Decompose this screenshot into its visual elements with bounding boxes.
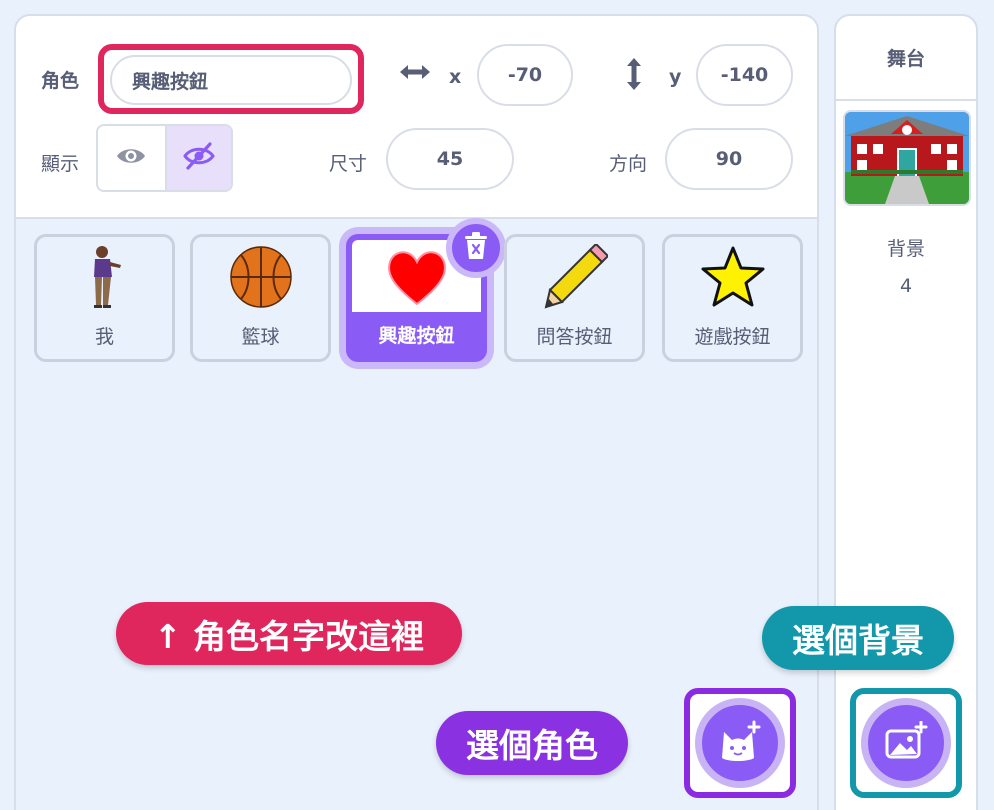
sprite-name-highlight: 興趣按鈕 — [98, 44, 364, 114]
add-sprite-button[interactable] — [695, 698, 785, 788]
sprite-tile[interactable]: 我 — [34, 234, 175, 362]
direction-input[interactable]: 90 — [665, 128, 793, 190]
horizontal-arrows-icon — [398, 61, 432, 87]
sprite-name-hint-callout: ↑ 角色名字改這裡 — [116, 602, 462, 665]
eye-slash-icon — [182, 142, 215, 174]
y-input[interactable]: -140 — [696, 44, 793, 106]
backdrop-label: 背景 — [886, 238, 925, 260]
sprite-tile-label: 籃球 — [241, 326, 280, 348]
cat-plus-icon — [718, 720, 762, 766]
sprite-tile-label: 興趣按鈕 — [378, 325, 455, 347]
show-sprite-button[interactable] — [98, 126, 165, 190]
x-input[interactable]: -70 — [477, 44, 573, 106]
size-input[interactable]: 45 — [386, 128, 514, 190]
sprite-tile[interactable]: 問答按鈕 — [504, 234, 645, 362]
sprite-tile-label: 遊戲按鈕 — [694, 326, 771, 348]
sprite-tile-label: 問答按鈕 — [536, 326, 613, 348]
person-sprite-icon — [37, 237, 172, 317]
choose-sprite-callout: 選個角色 — [436, 711, 628, 775]
direction-label: 方向 — [609, 153, 648, 175]
y-label: y — [669, 66, 682, 88]
eye-icon — [115, 145, 147, 171]
sprite-name-label: 角色 — [41, 70, 80, 92]
image-plus-icon — [884, 720, 928, 765]
school-backdrop-icon — [845, 112, 969, 204]
sprite-tile-label: 我 — [94, 326, 114, 348]
x-label: x — [449, 66, 462, 88]
add-backdrop-button[interactable] — [861, 698, 951, 788]
delete-sprite-button[interactable] — [446, 218, 506, 278]
basketball-sprite-icon — [193, 237, 328, 317]
stage-title: 舞台 — [836, 16, 976, 101]
visibility-toggle-group — [96, 124, 233, 192]
add-sprite-highlight — [684, 688, 796, 798]
vertical-arrows-icon — [623, 56, 645, 96]
sprite-tile[interactable]: 籃球 — [190, 234, 331, 362]
backdrop-count: 4 — [899, 275, 913, 297]
sprite-info-panel: 角色 興趣按鈕 x -70 y -140 顯示 尺寸 45 方向 90 — [16, 16, 817, 219]
pencil-sprite-icon — [507, 237, 642, 317]
add-backdrop-highlight — [850, 688, 962, 798]
show-label: 顯示 — [41, 153, 80, 175]
stage-thumbnail[interactable] — [843, 110, 971, 206]
hide-sprite-button[interactable] — [164, 126, 231, 190]
star-sprite-icon — [665, 237, 800, 317]
trash-icon — [463, 231, 489, 265]
sprite-tile[interactable]: 遊戲按鈕 — [662, 234, 803, 362]
size-label: 尺寸 — [329, 153, 368, 175]
sprite-name-input[interactable]: 興趣按鈕 — [110, 55, 352, 105]
choose-backdrop-callout: 選個背景 — [762, 606, 954, 670]
